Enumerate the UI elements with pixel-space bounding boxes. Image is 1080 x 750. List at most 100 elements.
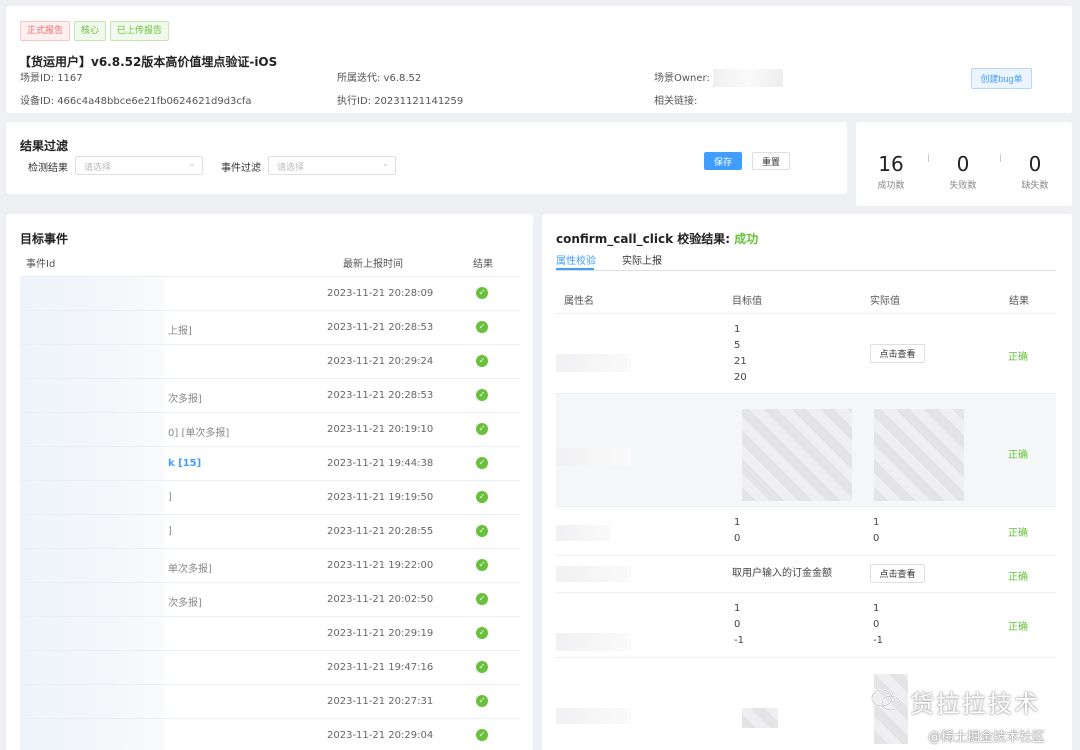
event-time: 2023-11-21 20:29:19 (327, 628, 434, 639)
view-actual-button[interactable]: 点击查看 (870, 344, 925, 363)
result-correct: 正确 (1008, 352, 1028, 363)
table-row[interactable]: 2023-11-21 20:28:09 ✓ (20, 277, 520, 311)
stat-fail-label: 失败数 (949, 181, 977, 191)
check-circle-icon: ✓ (476, 525, 488, 537)
filter-title: 结果过滤 (20, 139, 69, 153)
tab-attribute-check[interactable]: 属性校验 (556, 252, 596, 267)
stat-missing-label: 缺失数 (1021, 181, 1049, 191)
row3-target: 1 0 (734, 515, 740, 547)
check-circle-icon: ✓ (476, 423, 488, 435)
table-row[interactable]: 上报] 2023-11-21 20:28:53 ✓ (20, 311, 520, 345)
wechat-icon (871, 689, 901, 711)
attr-name-redacted (556, 566, 631, 582)
actual-value: -1 (873, 635, 883, 646)
verify-status: 成功 (734, 232, 759, 246)
check-circle-icon: ✓ (476, 491, 488, 503)
check-circle-icon: ✓ (476, 695, 488, 707)
view-actual-button[interactable]: 点击查看 (870, 564, 925, 583)
event-id-redacted (20, 719, 165, 750)
event-id-suffix: 次多报] (168, 394, 202, 405)
event-id-redacted (20, 277, 165, 310)
event-id-redacted (20, 481, 165, 514)
target-value: 5 (734, 340, 741, 351)
report-header-card: 正式报告 核心 已上传报告 【货运用户】v6.8.52版本高价值埋点验证-iOS… (6, 6, 1072, 113)
table-row[interactable]: 次多报] 2023-11-21 20:02:50 ✓ (20, 583, 520, 617)
scene-owner: 场景Owner: (654, 69, 784, 87)
event-id-redacted (20, 549, 165, 582)
table-row: 1 0 1 0 正确 (556, 507, 1056, 556)
event-time: 2023-11-21 20:29:04 (327, 730, 434, 741)
event-time: 2023-11-21 20:28:55 (327, 526, 434, 537)
table-row[interactable]: 2023-11-21 19:47:16 ✓ (20, 651, 520, 685)
actual-redacted (874, 409, 964, 501)
col-latest-time: 最新上报时间 (343, 259, 403, 270)
event-time: 2023-11-21 19:47:16 (327, 662, 434, 673)
create-bug-button[interactable]: 创建bug单 (971, 68, 1032, 89)
tag-official-report: 正式报告 (20, 21, 71, 41)
table-row[interactable]: 2023-11-21 20:29:19 ✓ (20, 617, 520, 651)
events-title: 目标事件 (20, 232, 69, 246)
col-event-id: 事件Id (26, 259, 56, 270)
exec-id: 执行ID: 20231121141259 (337, 96, 464, 107)
table-row[interactable]: 2023-11-21 20:27:31 ✓ (20, 685, 520, 719)
table-row[interactable]: k [15] 2023-11-21 19:44:38 ✓ (20, 447, 520, 481)
event-id-redacted (20, 583, 165, 616)
table-row[interactable]: 0] [单次多报] 2023-11-21 20:19:10 ✓ (20, 413, 520, 447)
table-row: 1 5 21 20 点击查看 正确 (556, 314, 1056, 394)
stat-success-value: 16 (878, 152, 904, 176)
event-filter-select[interactable]: 请选择 ⌄ (268, 156, 396, 175)
actual-value: 1 (873, 603, 880, 614)
filter-card: 结果过滤 检测结果 请选择 ⌄ 事件过滤 请选择 ⌄ 保存 重置 (6, 122, 847, 194)
target-value: 1 (734, 324, 741, 335)
table-row[interactable]: ] 2023-11-21 20:28:55 ✓ (20, 515, 520, 549)
event-id-redacted (20, 447, 165, 480)
event-id-redacted (20, 651, 165, 684)
event-time: 2023-11-21 20:27:31 (327, 696, 434, 707)
scene-id: 场景ID: 1167 (20, 73, 83, 84)
check-circle-icon: ✓ (476, 661, 488, 673)
target-value: 0 (734, 619, 741, 630)
event-time: 2023-11-21 19:44:38 (327, 458, 434, 469)
event-time: 2023-11-21 20:19:10 (327, 424, 434, 435)
table-row[interactable]: 次多报] 2023-11-21 20:28:53 ✓ (20, 379, 520, 413)
event-time: 2023-11-21 20:02:50 (327, 594, 434, 605)
table-row[interactable]: 单次多报] 2023-11-21 19:22:00 ✓ (20, 549, 520, 583)
detect-result-select[interactable]: 请选择 ⌄ (75, 156, 203, 175)
stat-fail-value: 0 (956, 152, 970, 176)
attr-name-redacted (556, 633, 631, 651)
table-row[interactable]: 2023-11-21 20:29:24 ✓ (20, 345, 520, 379)
table-row[interactable]: ] 2023-11-21 19:19:50 ✓ (20, 481, 520, 515)
stats-card: 16 成功数 0 失败数 0 缺失数 (856, 122, 1072, 206)
device-id: 设备ID: 466c4a48bbce6e21fb0624621d9d3cfa (20, 96, 252, 107)
check-circle-icon: ✓ (476, 593, 488, 605)
tab-divider (556, 270, 1056, 271)
stat-fail: 0 失败数 (928, 152, 998, 191)
event-id-suffix: ] (168, 492, 172, 503)
event-id-suffix[interactable]: k [15] (168, 458, 201, 469)
detect-result-label: 检测结果 (28, 163, 68, 174)
target-value: 1 (734, 603, 741, 614)
stat-missing: 0 缺失数 (1000, 152, 1070, 191)
related-link: 相关链接: (654, 96, 698, 107)
col-verify-result: 结果 (1009, 296, 1029, 307)
row5-target: 1 0 -1 (734, 601, 744, 649)
table-row: 1 0 -1 1 0 -1 正确 (556, 593, 1056, 658)
iteration: 所属迭代: v6.8.52 (337, 73, 422, 84)
reset-button[interactable]: 重置 (752, 152, 790, 170)
owner-redacted (713, 69, 784, 87)
table-row[interactable]: 2023-11-21 20:29:04 ✓ (20, 719, 520, 750)
check-circle-icon: ✓ (476, 321, 488, 333)
stat-success-label: 成功数 (877, 181, 905, 191)
stat-missing-value: 0 (1028, 152, 1042, 176)
attr-name-redacted (556, 708, 631, 724)
tab-actual-report[interactable]: 实际上报 (622, 252, 662, 267)
watermark-site: @稀土掘金技术社区 (928, 730, 1046, 745)
target-value: 20 (734, 372, 747, 383)
save-button[interactable]: 保存 (704, 152, 742, 170)
event-id-suffix: 单次多报] (168, 564, 212, 575)
chevron-down-icon: ⌄ (381, 159, 389, 169)
check-circle-icon: ✓ (476, 729, 488, 741)
event-time: 2023-11-21 19:22:00 (327, 560, 434, 571)
verify-title: confirm_call_click 校验结果: 成功 (556, 230, 758, 247)
target-value: 21 (734, 356, 747, 367)
